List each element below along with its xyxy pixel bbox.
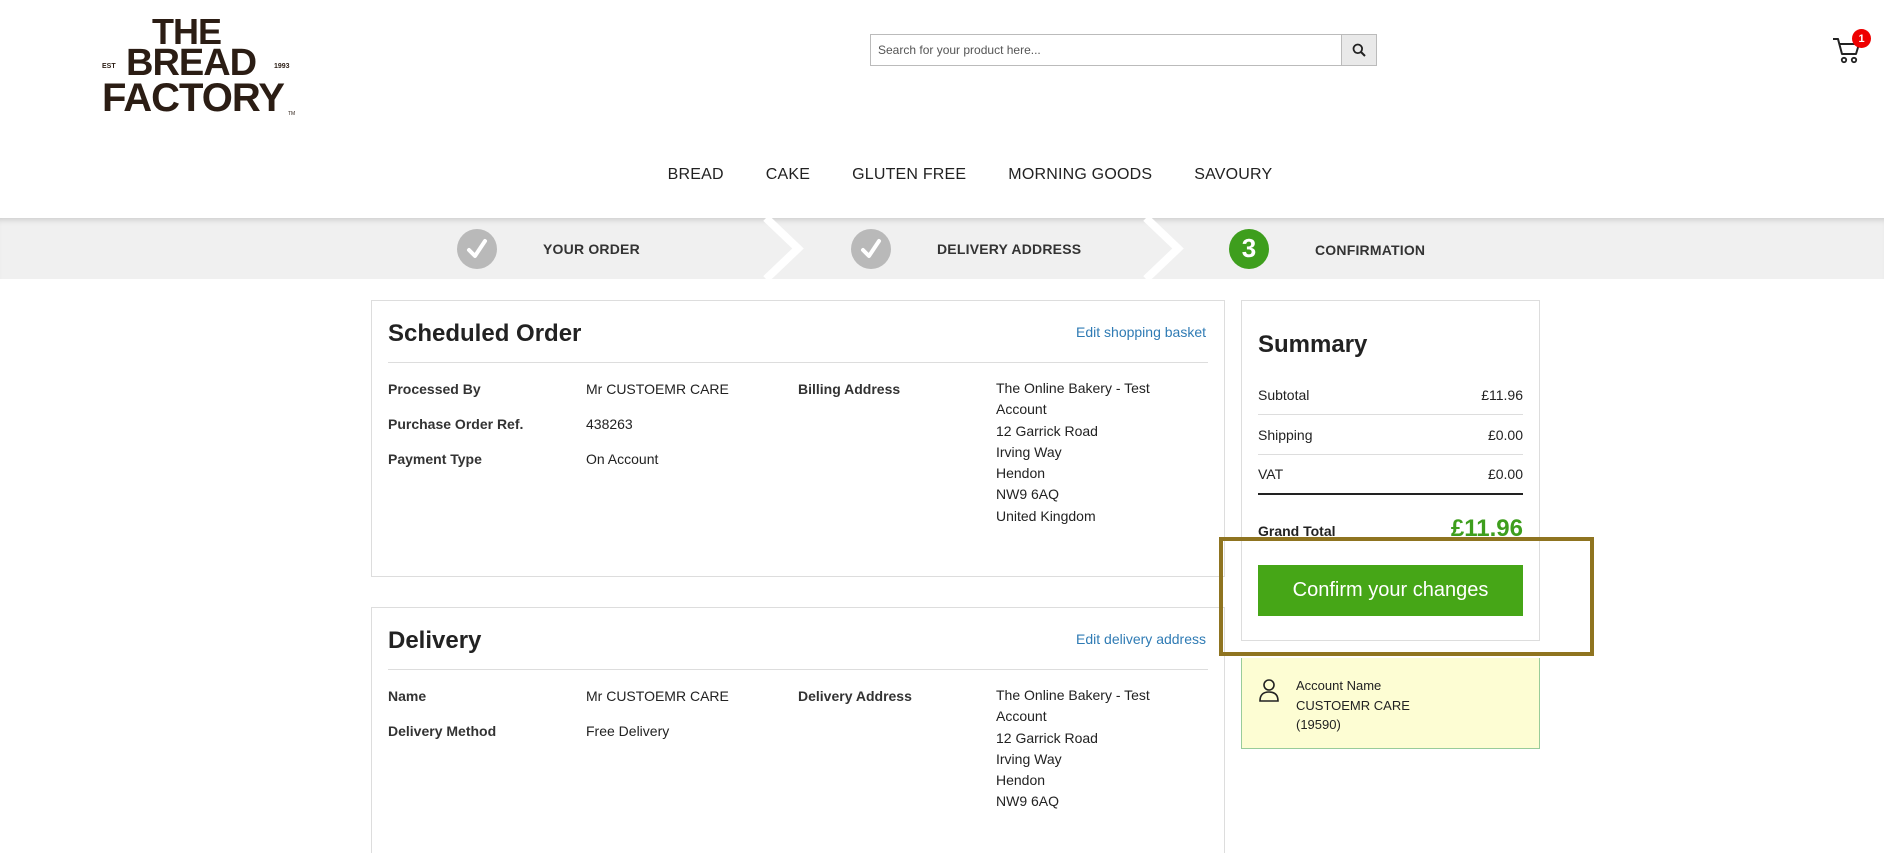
subtotal-row: Subtotal £11.96 <box>1258 375 1523 415</box>
search-input[interactable] <box>871 35 1341 65</box>
divider <box>388 362 1208 363</box>
address-line: Hendon <box>996 772 1046 789</box>
card-title: Delivery <box>388 627 482 654</box>
account-info-box: Account Name CUSTOEMR CARE (19590) <box>1241 658 1540 749</box>
main-nav: BREAD CAKE GLUTEN FREE MORNING GOODS SAV… <box>0 166 1884 190</box>
step-label: CONFIRMATION <box>1315 241 1426 258</box>
step-number: 3 <box>1229 228 1269 269</box>
delivery-method-label: Delivery Method <box>388 723 497 739</box>
checkout-progress: YOUR ORDER DELIVERY ADDRESS 3 CONFIRMATI… <box>0 218 1884 279</box>
address-line: United Kingdom <box>996 507 1096 524</box>
logo-line-factory: FACTORY <box>102 76 285 120</box>
brand-logo[interactable]: THE EST BREAD 1993 FACTORY TM <box>100 14 296 120</box>
shipping-label: Shipping <box>1258 426 1313 443</box>
subtotal-value: £11.96 <box>1481 386 1523 403</box>
step-divider <box>1143 218 1184 279</box>
edit-shopping-basket-link[interactable]: Edit shopping basket <box>1076 324 1206 340</box>
order-summary-card: Summary Subtotal £11.96 Shipping £0.00 V… <box>1241 300 1540 641</box>
step-complete-check <box>851 228 891 269</box>
nav-item-cake[interactable]: CAKE <box>766 166 810 190</box>
subtotal-label: Subtotal <box>1258 386 1310 403</box>
nav-item-bread[interactable]: BREAD <box>668 166 724 190</box>
logo-trademark: TM <box>288 111 296 117</box>
payment-type-value: On Account <box>586 451 659 467</box>
scheduled-order-card: Scheduled Order Edit shopping basket Pro… <box>371 300 1225 577</box>
step-divider <box>763 218 804 279</box>
account-name: CUSTOEMR CARE <box>1296 697 1410 713</box>
nav-item-morning-goods[interactable]: MORNING GOODS <box>1008 166 1152 190</box>
delivery-card: Delivery Edit delivery address Name Mr C… <box>371 607 1225 853</box>
processed-by-value: Mr CUSTOEMR CARE <box>586 381 729 397</box>
delivery-address-label: Delivery Address <box>798 688 912 704</box>
checkmark-icon <box>861 238 881 258</box>
search-bar <box>870 34 1377 66</box>
vat-value: £0.00 <box>1487 466 1523 482</box>
address-line: The Online Bakery - Test <box>996 380 1150 396</box>
address-line: 12 Garrick Road <box>996 729 1098 746</box>
step-confirmation: 3 CONFIRMATION <box>1229 218 1425 279</box>
checkmark-icon <box>467 238 487 258</box>
address-line: Irving Way <box>996 750 1062 767</box>
account-details: Account Name CUSTOEMR CARE (19590) <box>1296 676 1410 735</box>
step-label: DELIVERY ADDRESS <box>937 240 1082 257</box>
address-line: The Online Bakery - Test <box>996 687 1150 703</box>
grand-total-row: Grand Total £11.96 <box>1258 515 1523 543</box>
account-id: (19590) <box>1296 717 1341 732</box>
billing-address: The Online Bakery - Test Account 12 Garr… <box>996 378 1196 527</box>
vat-row: VAT £0.00 <box>1258 455 1523 495</box>
user-icon <box>1259 679 1279 702</box>
processed-by-label: Processed By <box>388 381 481 397</box>
delivery-address: The Online Bakery - Test Account 12 Garr… <box>996 685 1196 813</box>
nav-item-gluten-free[interactable]: GLUTEN FREE <box>852 166 966 190</box>
name-label: Name <box>388 688 427 704</box>
address-line: NW9 6AQ <box>996 486 1060 503</box>
cart-count-badge: 1 <box>1852 29 1871 48</box>
address-line: NW9 6AQ <box>996 793 1060 810</box>
name-value: Mr CUSTOEMR CARE <box>586 688 729 704</box>
logo-year: 1993 <box>274 63 290 70</box>
address-line: Irving Way <box>996 443 1062 460</box>
address-line: Account <box>996 401 1047 418</box>
summary-title: Summary <box>1258 331 1368 358</box>
delivery-method-value: Free Delivery <box>586 723 670 739</box>
divider <box>388 669 1208 670</box>
card-title: Scheduled Order <box>388 320 582 347</box>
search-button[interactable] <box>1341 35 1376 65</box>
grand-total-value: £11.96 <box>1450 515 1523 542</box>
address-line: Hendon <box>996 465 1046 482</box>
nav-item-savoury[interactable]: SAVOURY <box>1194 166 1272 190</box>
grand-total-label: Grand Total <box>1258 523 1336 539</box>
billing-address-label: Billing Address <box>798 381 901 397</box>
payment-type-label: Payment Type <box>388 451 482 467</box>
po-ref-value: 438263 <box>586 416 633 432</box>
vat-label: VAT <box>1258 466 1284 482</box>
address-line: 12 Garrick Road <box>996 422 1098 439</box>
search-icon <box>1352 43 1366 57</box>
address-line: Account <box>996 708 1047 725</box>
step-your-order[interactable]: YOUR ORDER <box>457 218 640 279</box>
edit-delivery-address-link[interactable]: Edit delivery address <box>1076 631 1206 647</box>
shipping-row: Shipping £0.00 <box>1258 415 1523 455</box>
step-label: YOUR ORDER <box>543 240 640 257</box>
account-label: Account Name <box>1296 678 1382 693</box>
shipping-value: £0.00 <box>1487 426 1523 443</box>
po-ref-label: Purchase Order Ref. <box>388 416 524 432</box>
step-complete-check <box>457 228 497 269</box>
step-delivery-address[interactable]: DELIVERY ADDRESS <box>851 218 1081 279</box>
confirm-changes-button[interactable]: Confirm your changes <box>1258 565 1523 616</box>
logo-est: EST <box>102 63 116 70</box>
